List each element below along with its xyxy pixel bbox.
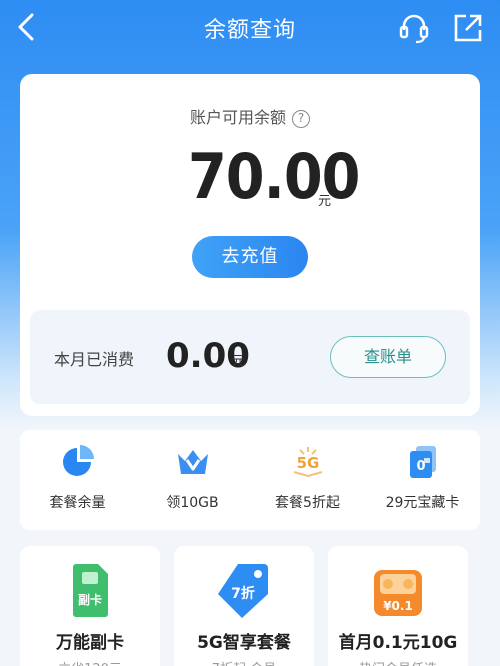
- share-external-icon[interactable]: [452, 12, 484, 44]
- promo-title: 首月0.1元10G: [338, 633, 458, 653]
- balance-card: 账户可用余额? 70.00 元 去充值 本月已消费 0.00 元 查账单: [20, 74, 480, 416]
- promo-icon-text: 副卡: [78, 592, 102, 607]
- svg-text:5G: 5G: [297, 454, 320, 472]
- promo-title: 万能副卡: [56, 633, 124, 653]
- recharge-button[interactable]: 去充值: [192, 236, 308, 278]
- headset-icon[interactable]: [398, 12, 430, 44]
- 5g-badge-icon: 5G: [293, 447, 323, 478]
- promo-icon-text: 7折: [231, 585, 255, 602]
- quick-link-get-10gb[interactable]: 领10GB: [135, 430, 250, 530]
- balance-label-text: 账户可用余额: [189, 108, 286, 127]
- promo-subtitle: 7折起·会员: [174, 658, 314, 666]
- pie-chart-icon: [63, 445, 94, 476]
- promo-subtitle: 热门会员任选: [328, 658, 468, 666]
- help-icon[interactable]: ?: [292, 110, 310, 128]
- secondary-sim-icon: 副卡: [73, 564, 108, 617]
- promo-subtitle: 立省120元: [20, 658, 160, 666]
- balance-amount: 70.00: [188, 140, 360, 213]
- quick-link-label: 领10GB: [166, 495, 219, 511]
- gift-box-icon: ¥0.1: [374, 570, 422, 616]
- promo-card-secondary-sim[interactable]: 副卡 万能副卡 立省120元: [20, 546, 160, 666]
- balance-unit: 元: [318, 194, 332, 209]
- monthly-spend-panel: 本月已消费 0.00 元 查账单: [30, 310, 470, 404]
- balance-label: 账户可用余额?: [20, 104, 480, 128]
- quick-link-package-discount[interactable]: 5G 套餐5折起: [250, 430, 365, 530]
- promo-card-first-month[interactable]: ¥0.1 首月0.1元10G 热门会员任选: [328, 546, 468, 666]
- crown-v-icon: [178, 450, 208, 474]
- view-bill-button[interactable]: 查账单: [330, 336, 446, 378]
- quick-link-label: 套餐5折起: [275, 495, 340, 511]
- top-bar: 余额查询: [0, 0, 500, 56]
- monthly-spend-unit: 元: [232, 354, 246, 369]
- quick-link-label: 套餐余量: [49, 495, 106, 511]
- discount-tag-icon: 7折: [218, 564, 268, 618]
- promo-title: 5G智享套餐: [197, 633, 291, 653]
- quick-link-package-balance[interactable]: 套餐余量: [20, 430, 135, 530]
- quick-link-label: 29元宝藏卡: [385, 495, 460, 511]
- promo-card-5g-package[interactable]: 7折 5G智享套餐 7折起·会员: [174, 546, 314, 666]
- promo-icon-text: ¥0.1: [383, 599, 413, 613]
- sim-card-icon: 0: [410, 446, 436, 478]
- quick-links-panel: 套餐余量 领10GB 5G 套餐5折起 0 29元宝藏卡: [20, 430, 480, 530]
- monthly-spend-label: 本月已消费: [54, 350, 135, 369]
- quick-link-treasure-card[interactable]: 0 29元宝藏卡: [365, 430, 480, 530]
